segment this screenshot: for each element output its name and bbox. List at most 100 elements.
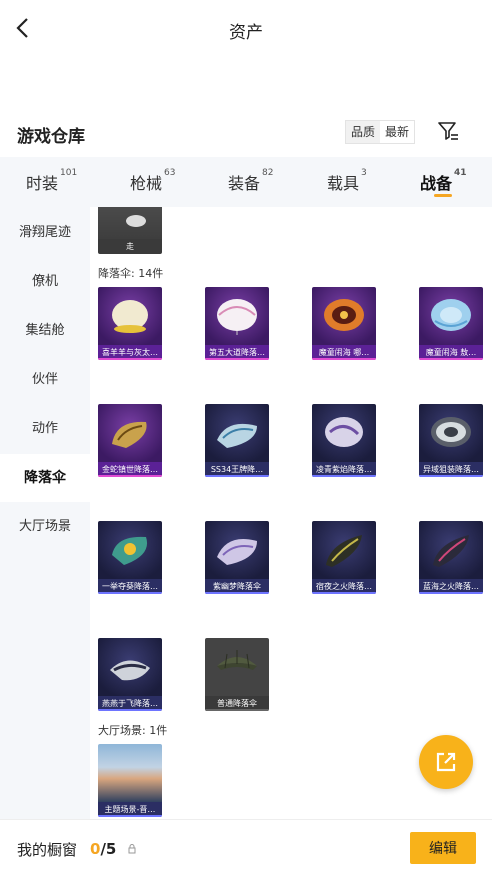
parachute-icon [112,536,148,565]
item-card[interactable]: 金蛇镇世降落… [98,404,162,477]
tab-count: 101 [60,168,78,178]
item-image [205,287,269,345]
parachute-icon [431,417,471,447]
item-label: 主题场景-晋… [98,802,162,817]
lock-icon [128,844,136,854]
item-card[interactable]: 宿夜之火降落… [312,521,376,594]
warehouse-header: 游戏仓库 品质 最新 [0,112,492,156]
top-bar: 资产 [0,0,492,58]
external-link-icon [436,752,456,772]
sidebar-item-pod[interactable]: 集结舱 [0,307,90,355]
item-image [205,521,269,579]
showcase-count: 0/5 [90,840,117,858]
item-image [312,521,376,579]
tab-count: 63 [164,168,176,178]
item-image [419,287,483,345]
sort-quality-button[interactable]: 品质 [346,121,380,143]
tab-label: 枪械 [130,174,163,193]
item-label: 紫幽梦降落伞 [205,579,269,594]
tab-label: 时装 [26,174,59,193]
tab-readiness[interactable]: 战备41 [420,168,467,194]
sidebar-item-wingman[interactable]: 僚机 [0,258,90,306]
tab-vehicles[interactable]: 载具3 [327,168,367,194]
filter-icon[interactable] [437,120,459,142]
active-tab-indicator [434,194,452,197]
item-image [98,744,162,802]
item-label: 宿夜之火降落… [312,579,376,594]
item-label: 魔童闹海 哪… [312,345,376,360]
item-card[interactable]: SS34王牌降… [205,404,269,477]
item-image [98,521,162,579]
parachute-icon [324,299,364,331]
sort-latest-button[interactable]: 最新 [380,121,415,143]
item-card[interactable]: 主题场景-晋… [98,744,162,817]
item-image [205,404,269,462]
section-title-parachute: 降落伞: 14件 [98,267,164,280]
tab-label: 装备 [228,174,261,193]
sidebar-item-lobby-scene[interactable]: 大厅场景 [0,503,90,551]
item-image [98,207,162,239]
parachute-icon [326,535,362,567]
item-label: 蓝海之火降落… [419,579,483,594]
tab-count: 41 [454,168,467,178]
item-image [205,638,269,696]
sort-toggle: 品质 最新 [345,120,416,144]
item-card[interactable]: 第五大道降落… [205,287,269,360]
parachute-icon [433,535,469,567]
tab-weapons[interactable]: 枪械63 [130,168,176,194]
parachute-icon [431,299,471,331]
tab-fashion[interactable]: 时装101 [26,168,78,194]
sidebar-item-glide-trail[interactable]: 滑翔尾迹 [0,209,90,257]
item-card[interactable]: 普通降落伞 [205,638,269,711]
tab-label: 载具 [327,174,360,193]
tab-count: 3 [361,168,367,178]
item-image [419,521,483,579]
edit-button[interactable]: 编辑 [410,832,476,864]
item-label: 异域狙装降落… [419,462,483,477]
showcase-total: 5 [105,840,117,858]
share-button[interactable] [419,735,473,789]
tab-count: 82 [262,168,274,178]
tab-label: 战备 [420,174,453,193]
item-label: 凌青紫焰降落… [312,462,376,477]
item-image [98,638,162,696]
showcase-title: 我的橱窗 [17,841,78,859]
item-card[interactable]: 走 [98,207,162,254]
page-title: 资产 [229,23,263,43]
item-card[interactable]: 凌青紫焰降落… [312,404,376,477]
item-card[interactable]: 喜羊羊与灰太… [98,287,162,360]
item-card[interactable]: 一举夺葵降落… [98,521,162,594]
sidebar-item-parachute[interactable]: 降落伞 [0,454,90,502]
parachute-icon [217,650,257,670]
sidebar: 滑翔尾迹 僚机 集结舱 伙伴 动作 降落伞 大厅场景 [0,207,90,819]
item-card[interactable]: 魔童闹海 哪… [312,287,376,360]
item-card[interactable]: 异域狙装降落… [419,404,483,477]
parachute-icon [217,423,257,448]
item-label: 普通降落伞 [205,696,269,711]
item-label: 走 [98,239,162,254]
item-image [419,404,483,462]
tab-equipment[interactable]: 装备82 [228,168,274,194]
sidebar-item-emote[interactable]: 动作 [0,405,90,453]
item-label: 金蛇镇世降落… [98,462,162,477]
showcase-bar: 我的橱窗 0/5 编辑 [0,819,492,876]
parachute-icon [112,300,148,333]
item-label: 一举夺葵降落… [98,579,162,594]
item-image [98,287,162,345]
item-image [312,404,376,462]
warehouse-title: 游戏仓库 [17,127,85,147]
item-card[interactable]: 燕燕于飞降落… [98,638,162,711]
parachute-icon [110,660,150,681]
category-tabs: 时装101 枪械63 装备82 载具3 战备41 [0,157,492,207]
item-label: 魔童闹海 敖… [419,345,483,360]
item-card[interactable]: 蓝海之火降落… [419,521,483,594]
item-card[interactable]: 紫幽梦降落伞 [205,521,269,594]
parachute-icon [217,539,257,565]
item-image [98,404,162,462]
sidebar-item-partner[interactable]: 伙伴 [0,356,90,404]
item-card[interactable]: 魔童闹海 敖… [419,287,483,360]
item-label: 第五大道降落… [205,345,269,360]
parachute-icon [325,417,363,447]
item-grid: 走 降落伞: 14件 喜羊羊与灰太… 第五大道降落… 魔童闹海 哪… 魔童闹海 … [90,207,492,819]
showcase-current: 0 [90,840,101,858]
